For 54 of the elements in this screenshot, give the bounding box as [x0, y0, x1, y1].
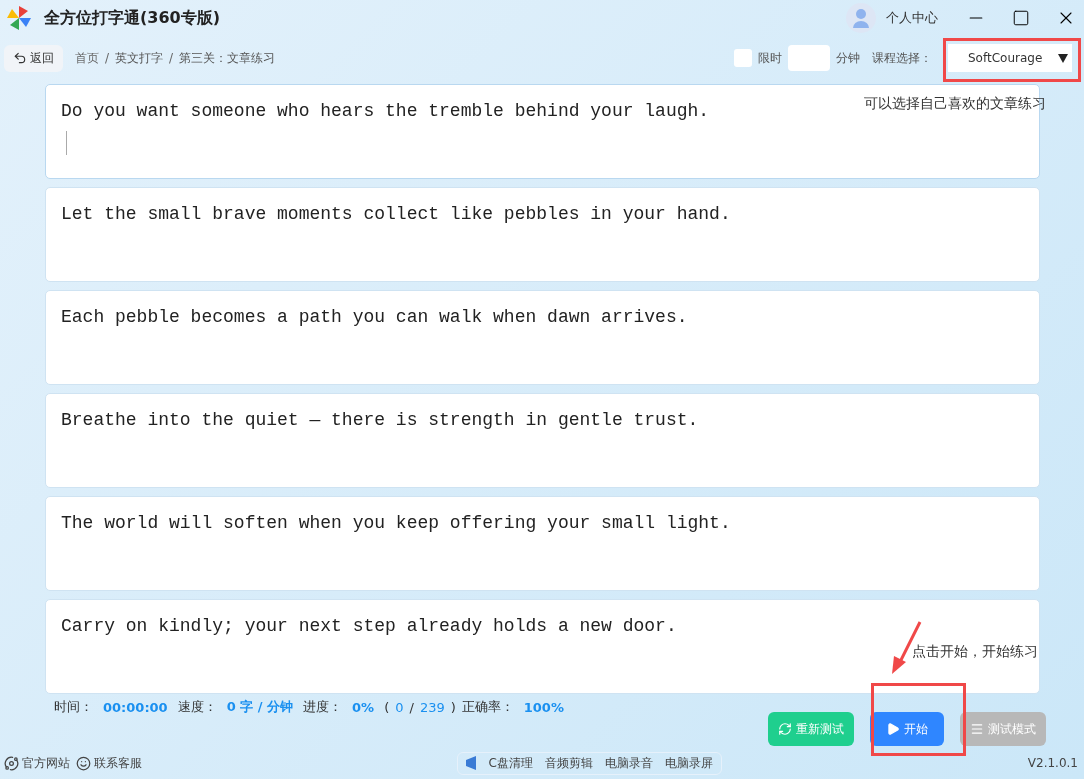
course-dropdown[interactable]: SoftCourage	[948, 44, 1072, 72]
megaphone-icon	[466, 756, 477, 770]
paren: (	[384, 699, 390, 715]
breadcrumb-separator: /	[169, 51, 174, 65]
passage-text: Let the small brave moments collect like pebbles in your hand.	[61, 204, 731, 224]
undo-arrow-icon	[13, 51, 27, 65]
slash: /	[409, 699, 414, 715]
progress-total: 239	[419, 699, 445, 715]
passage-text: Breathe into the quiet — there is strength in gentle trust.	[61, 410, 699, 430]
dropdown-caret-icon	[1058, 53, 1068, 63]
footer-link[interactable]: 官方网站	[4, 754, 70, 772]
passage-text: Carry on kindly; your next step already holds a new door.	[61, 616, 677, 636]
minutes-unit: 分钟	[836, 49, 860, 67]
minutes-field[interactable]	[788, 45, 830, 71]
menu-icon	[970, 722, 984, 736]
tool-link[interactable]: 音频剪辑	[544, 754, 593, 772]
text-caret	[66, 131, 67, 155]
version-label: V2.1.0.1	[1027, 756, 1078, 770]
stat-value: 0 字 / 分钟	[226, 698, 294, 716]
passage-text: Each pebble becomes a path you can walk when dawn arrives.	[61, 307, 688, 327]
footer-link[interactable]: 联系客服	[76, 754, 142, 772]
planet-icon	[4, 755, 19, 771]
pinwheel-logo-icon	[4, 3, 34, 33]
tool-link[interactable]: C盘清理	[488, 754, 533, 772]
breadcrumb-item[interactable]: 英文打字	[115, 49, 164, 67]
tool-link[interactable]: 电脑录屏	[664, 754, 713, 772]
passage-text: The world will soften when you keep offering your small light.	[61, 513, 731, 533]
user-center-link[interactable]: 个人中心	[886, 9, 938, 27]
app-title: 全方位打字通(360专版)	[44, 7, 222, 29]
play-icon	[886, 722, 900, 736]
stat-label: 进度：	[303, 698, 343, 716]
smiley-icon	[76, 755, 91, 771]
breadcrumb-separator: /	[105, 51, 110, 65]
stat-label: 正确率：	[461, 698, 514, 716]
breadcrumb-item[interactable]: 首页	[75, 49, 99, 67]
back-button[interactable]: 返回	[4, 44, 63, 72]
stat-label: 时间：	[54, 698, 93, 716]
annotation-note: 点击开始，开始练习	[912, 643, 1038, 661]
maximize-icon[interactable]	[1012, 9, 1030, 27]
time-limit-checkbox[interactable]	[734, 49, 752, 67]
stat-label: 速度：	[177, 698, 217, 716]
breadcrumb-item: 第三关：文章练习	[179, 49, 276, 67]
progress-done: 0	[395, 699, 404, 715]
stat-value: 0%	[352, 699, 375, 715]
tool-link[interactable]: 电脑录音	[604, 754, 653, 772]
course-label: 课程选择：	[872, 49, 932, 67]
stat-value: 100%	[523, 699, 564, 715]
passage-text: Do you want someone who hears the tremble behind your laugh.	[61, 101, 710, 121]
start-button[interactable]: 开始	[870, 712, 944, 746]
annotation-note: 可以选择自己喜欢的文章练习	[864, 95, 1047, 113]
time-limit-label: 限时	[758, 49, 782, 67]
stat-value: 00:00:00	[103, 699, 168, 715]
refresh-icon	[778, 722, 792, 736]
paren: )	[450, 699, 456, 715]
